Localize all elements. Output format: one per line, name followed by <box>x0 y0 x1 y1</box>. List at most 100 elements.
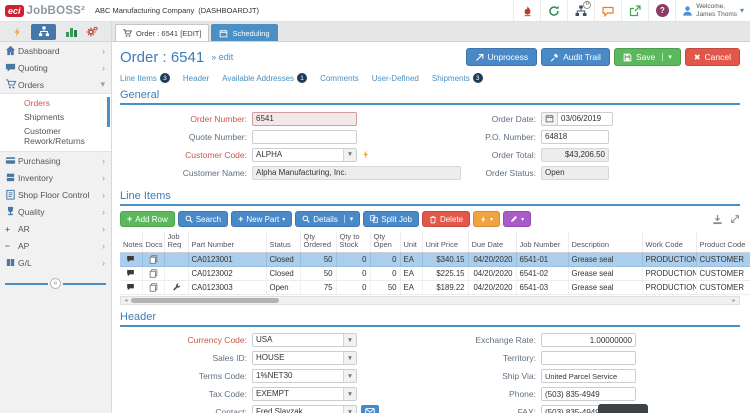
col-qty-to-stock[interactable]: Qty to Stock <box>336 231 371 253</box>
sidebar-item-orders[interactable]: Orders ▾ <box>0 76 111 93</box>
save-dropdown-caret[interactable]: ▾ <box>662 53 672 61</box>
add-row-button[interactable]: + Add Row <box>120 211 175 227</box>
open-external-button[interactable] <box>621 0 648 21</box>
terms-code-select[interactable]: 1%NET30 ▼ <box>252 369 357 383</box>
docs-icon[interactable] <box>149 255 158 264</box>
audit-trail-button[interactable]: Audit Trail <box>541 48 610 66</box>
edit-options-button[interactable]: ▾ <box>503 211 532 227</box>
edit-link[interactable]: » edit <box>211 52 233 62</box>
subtab-comments[interactable]: Comments <box>320 74 359 83</box>
help-button[interactable]: ? <box>648 0 675 21</box>
tax-code-select[interactable]: EXEMPT ▼ <box>252 387 357 401</box>
expand-grid-icon[interactable] <box>730 214 740 225</box>
grid-horizontal-scrollbar[interactable]: ◂ ▸ <box>120 295 740 305</box>
sidebar-item-dashboard[interactable]: Dashboard › <box>0 42 111 59</box>
territory-field[interactable] <box>541 351 636 365</box>
delete-button[interactable]: Delete <box>421 211 471 227</box>
sidebar-subitem-shipments[interactable]: Shipments <box>0 110 111 124</box>
cell-unit: EA <box>400 266 423 281</box>
col-notes[interactable]: Notes <box>120 231 143 253</box>
subtab-header[interactable]: Header <box>183 74 209 83</box>
currency-code-select[interactable]: USA ▼ <box>252 333 357 347</box>
admin-gears-icon[interactable] <box>86 26 98 38</box>
cell-description: Grease seal <box>568 280 643 295</box>
sidebar-collapse-control[interactable]: « <box>5 278 106 289</box>
col-product-code[interactable]: Product Code <box>696 231 750 253</box>
bottom-overlay-widget[interactable] <box>598 404 648 413</box>
col-job-number[interactable]: Job Number <box>516 231 569 253</box>
scroll-right-icon[interactable]: ▸ <box>729 297 739 304</box>
user-menu[interactable]: Welcome, James Thoms ▾ <box>675 0 750 21</box>
sidebar-item-inventory[interactable]: Inventory › <box>0 169 111 186</box>
col-unit-price[interactable]: Unit Price <box>422 231 469 253</box>
notes-icon[interactable] <box>126 269 135 277</box>
quick-view-lightning-icon[interactable] <box>362 149 370 160</box>
messages-button[interactable] <box>594 0 621 21</box>
quick-actions-button[interactable]: ▾ <box>473 211 501 227</box>
contact-select[interactable]: Fred Slayzak ▼ <box>252 405 357 413</box>
sidebar-item-quoting[interactable]: Quoting › <box>0 59 111 76</box>
email-contact-button[interactable] <box>361 405 379 413</box>
scroll-left-icon[interactable]: ◂ <box>121 297 131 304</box>
line-item-row-1[interactable]: CA0123001 Closed 50 0 0 EA $340.15 04/20… <box>120 252 750 267</box>
search-button[interactable]: Search <box>177 211 229 227</box>
wrench-icon[interactable] <box>172 283 181 292</box>
tab-order-6541[interactable]: Order : 6541 [EDIT] <box>115 24 210 41</box>
customer-code-select[interactable]: ALPHA ▼ <box>252 147 357 162</box>
col-job-req[interactable]: Job Req <box>164 231 189 253</box>
subtab-shipments[interactable]: Shipments 3 <box>432 73 483 83</box>
save-button[interactable]: Save ▾ <box>613 48 681 66</box>
tab-scheduling[interactable]: Scheduling <box>211 24 278 41</box>
quick-actions-icon[interactable] <box>13 26 22 38</box>
sidebar-item-gl[interactable]: G/L › <box>0 254 111 271</box>
notes-icon[interactable] <box>126 255 135 263</box>
org-activity-button[interactable]: 0 <box>567 0 594 21</box>
sidebar-item-ap[interactable]: − AP › <box>0 237 111 254</box>
sidebar-item-purchasing[interactable]: Purchasing › <box>0 152 111 169</box>
col-part-number[interactable]: Part Number <box>188 231 267 253</box>
docs-icon[interactable] <box>149 283 158 292</box>
sidebar-subitem-orders[interactable]: Orders <box>0 96 111 110</box>
customer-name-label: Customer Name: <box>182 167 247 178</box>
navigation-mode-button[interactable] <box>31 23 57 40</box>
hot-list-button[interactable] <box>513 0 540 21</box>
details-dropdown-caret[interactable]: ▾ <box>343 215 353 223</box>
line-item-row-3[interactable]: CA0123003 Open 75 0 50 EA $189.22 04/20/… <box>120 280 750 295</box>
ship-via-field[interactable] <box>541 369 636 383</box>
order-date-field[interactable] <box>557 111 613 126</box>
col-docs[interactable]: Docs <box>142 231 165 253</box>
sidebar-item-quality[interactable]: Quality › <box>0 203 111 220</box>
sales-id-select[interactable]: HOUSE ▼ <box>252 351 357 365</box>
quote-number-field[interactable] <box>252 129 357 144</box>
calendar-icon[interactable] <box>541 111 557 126</box>
col-status[interactable]: Status <box>266 231 301 253</box>
export-download-icon[interactable] <box>712 214 723 225</box>
col-description[interactable]: Description <box>568 231 643 253</box>
subtab-line-items[interactable]: Line Items 3 <box>120 73 170 83</box>
dashboards-icon[interactable] <box>65 27 77 37</box>
cancel-button[interactable]: ✖ Cancel <box>684 48 740 66</box>
order-number-field[interactable] <box>252 111 357 126</box>
line-item-row-2[interactable]: CA0123002 Closed 50 0 0 EA $225.15 04/20… <box>120 266 750 281</box>
sidebar-item-shop-floor-control[interactable]: Shop Floor Control › <box>0 186 111 203</box>
subtab-available-addresses[interactable]: Available Addresses 1 <box>222 73 308 83</box>
docs-icon[interactable] <box>149 269 158 278</box>
refresh-button[interactable] <box>540 0 567 21</box>
sidebar-subitem-customer-rework[interactable]: Customer Rework/Returns <box>0 124 111 148</box>
col-work-code[interactable]: Work Code <box>642 231 697 253</box>
col-unit[interactable]: Unit <box>400 231 423 253</box>
details-button[interactable]: Details ▾ <box>295 211 361 227</box>
subtab-user-defined[interactable]: User-Defined <box>372 74 419 83</box>
exchange-rate-field[interactable] <box>541 333 636 347</box>
sidebar-item-ar[interactable]: + AR › <box>0 220 111 237</box>
unprocess-button[interactable]: Unprocess <box>465 48 538 66</box>
col-qty-ordered[interactable]: Qty Ordered <box>300 231 337 253</box>
split-job-button[interactable]: Split Job <box>363 211 419 227</box>
phone-field[interactable] <box>541 387 636 401</box>
new-part-button[interactable]: + New Part ▾ <box>231 211 293 227</box>
col-qty-open[interactable]: Qty Open <box>370 231 401 253</box>
scrollbar-thumb[interactable] <box>131 297 279 303</box>
po-number-field[interactable] <box>541 129 609 144</box>
notes-icon[interactable] <box>126 283 135 291</box>
col-due-date[interactable]: Due Date <box>468 231 517 253</box>
